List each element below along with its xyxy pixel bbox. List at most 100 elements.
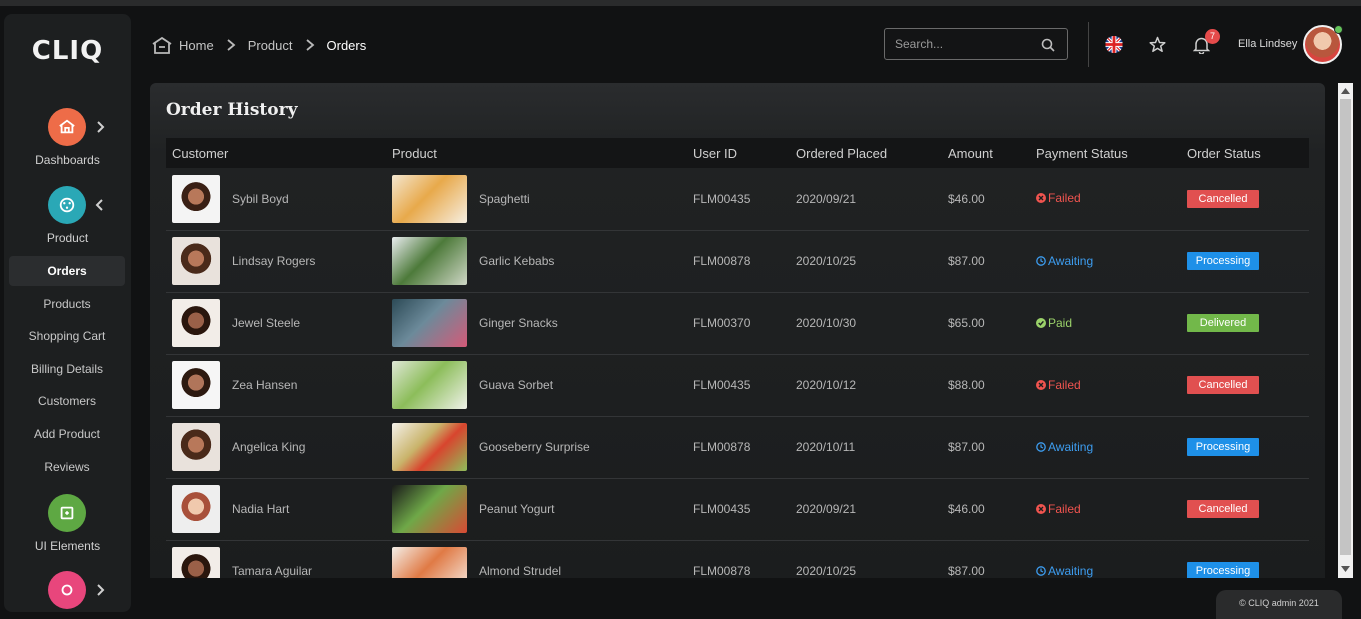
customer-cell: Tamara Aguilar: [166, 540, 386, 578]
nav-label-ui-elements[interactable]: UI Elements: [4, 539, 131, 553]
payment-status: Failed: [1036, 378, 1081, 392]
product-cell: Peanut Yogurt: [386, 478, 687, 540]
user-id-cell: FLM00435: [693, 191, 751, 206]
submenu-item-add-product[interactable]: Add Product: [9, 419, 125, 449]
home-icon[interactable]: [152, 36, 172, 54]
column-header-product[interactable]: Product: [386, 138, 687, 168]
ui-elements-icon: [60, 506, 74, 520]
scrollbar-thumb[interactable]: [1340, 99, 1351, 555]
nav-product-button[interactable]: [48, 186, 86, 224]
apps-icon: [61, 584, 73, 596]
column-header-user-id[interactable]: User ID: [687, 138, 790, 168]
top-border: [0, 0, 1361, 6]
product-name[interactable]: Almond Strudel: [479, 564, 561, 578]
scroll-up-arrow-icon[interactable]: [1341, 88, 1350, 94]
table-row[interactable]: Jewel Steele Ginger Snacks FLM00370 2020…: [166, 292, 1309, 354]
uk-flag-icon[interactable]: [1105, 36, 1123, 53]
chevron-right-icon: [305, 39, 314, 51]
user-id-cell: FLM00435: [693, 502, 751, 516]
date-cell: 2020/10/25: [796, 564, 857, 578]
customer-cell: Zea Hansen: [166, 354, 386, 416]
payment-status-cell: Failed: [1030, 168, 1181, 230]
table-row[interactable]: Zea Hansen Guava Sorbet FLM00435 2020/10…: [166, 354, 1309, 416]
nav-dashboards-button[interactable]: [48, 108, 86, 146]
product-name[interactable]: Spaghetti: [479, 192, 530, 206]
column-header-payment-status[interactable]: Payment Status: [1030, 138, 1181, 168]
payment-status: Awaiting: [1036, 254, 1093, 268]
nav-label-product[interactable]: Product: [4, 231, 131, 245]
table-row[interactable]: Angelica King Gooseberry Surprise FLM008…: [166, 416, 1309, 478]
submenu-item-billing-details[interactable]: Billing Details: [9, 354, 125, 384]
clock-icon: [1036, 255, 1046, 266]
sidebar: CLIQ Dashboards Product Orders Products …: [4, 14, 131, 612]
user-id-cell: FLM00370: [693, 316, 751, 330]
table-row[interactable]: Tamara Aguilar Almond Strudel FLM00878 2…: [166, 540, 1309, 578]
product-cell: Garlic Kebabs: [386, 230, 687, 292]
breadcrumb-home[interactable]: Home: [179, 38, 214, 53]
submenu-item-products[interactable]: Products: [9, 289, 125, 319]
online-status-dot: [1334, 25, 1343, 34]
submenu-item-orders[interactable]: Orders: [9, 256, 125, 286]
order-status-badge: Cancelled: [1187, 376, 1259, 394]
chevron-right-icon: [227, 39, 236, 51]
logo: CLIQ: [31, 36, 104, 66]
search-icon[interactable]: [1041, 38, 1055, 52]
customer-name[interactable]: Tamara Aguilar: [232, 564, 312, 578]
product-cell: Guava Sorbet: [386, 354, 687, 416]
amount-cell: $46.00: [948, 191, 985, 206]
product-cell: Spaghetti: [386, 168, 687, 230]
payment-status: Paid: [1036, 316, 1072, 330]
date-cell: 2020/10/12: [796, 378, 857, 392]
product-image: [392, 423, 467, 471]
order-status-badge: Processing: [1187, 438, 1259, 456]
payment-status-cell: Failed: [1030, 354, 1181, 416]
column-header-ordered-placed[interactable]: Ordered Placed: [790, 138, 942, 168]
nav-ui-elements-button[interactable]: [48, 494, 86, 532]
customer-name[interactable]: Sybil Boyd: [232, 192, 289, 206]
product-name[interactable]: Guava Sorbet: [479, 378, 553, 392]
chevron-left-icon[interactable]: [94, 199, 106, 211]
product-name[interactable]: Peanut Yogurt: [479, 502, 554, 516]
table-row[interactable]: Lindsay Rogers Garlic Kebabs FLM00878 20…: [166, 230, 1309, 292]
payment-status-label: Awaiting: [1048, 253, 1094, 268]
product-name[interactable]: Garlic Kebabs: [479, 254, 554, 268]
search-input[interactable]: [885, 29, 1035, 59]
product-name[interactable]: Ginger Snacks: [479, 316, 558, 330]
product-cell: Gooseberry Surprise: [386, 416, 687, 478]
chevron-right-icon[interactable]: [94, 584, 106, 596]
amount-cell: $87.00: [948, 254, 985, 268]
star-icon[interactable]: [1149, 36, 1166, 53]
table-header-row: Customer Product User ID Ordered Placed …: [166, 138, 1309, 168]
breadcrumb-product[interactable]: Product: [248, 38, 293, 53]
submenu-item-shopping-cart[interactable]: Shopping Cart: [9, 321, 125, 351]
payment-status-cell: Failed: [1030, 478, 1181, 540]
nav-label-dashboards[interactable]: Dashboards: [4, 153, 131, 167]
table-row[interactable]: Nadia Hart Peanut Yogurt FLM00435 2020/0…: [166, 478, 1309, 540]
customer-name[interactable]: Nadia Hart: [232, 502, 289, 516]
chevron-right-icon[interactable]: [94, 121, 106, 133]
scroll-down-arrow-icon[interactable]: [1341, 566, 1350, 572]
user-name[interactable]: Ella Lindsey: [1238, 38, 1297, 50]
order-status-cell: Cancelled: [1181, 354, 1309, 416]
breadcrumb: Home Product Orders: [152, 34, 366, 56]
customer-name[interactable]: Zea Hansen: [232, 378, 297, 392]
column-header-amount[interactable]: Amount: [942, 138, 1030, 168]
date-cell: 2020/09/21: [796, 191, 857, 206]
customer-name[interactable]: Angelica King: [232, 440, 305, 454]
order-status-cell: Processing: [1181, 416, 1309, 478]
vertical-scrollbar[interactable]: [1338, 83, 1353, 578]
submenu-item-customers[interactable]: Customers: [9, 386, 125, 416]
column-header-customer[interactable]: Customer: [166, 138, 386, 168]
customer-name[interactable]: Jewel Steele: [232, 316, 300, 330]
table-row[interactable]: Sybil Boyd Spaghetti FLM00435 2020/09/21…: [166, 168, 1309, 230]
amount-cell: $65.00: [948, 316, 985, 330]
payment-status-label: Failed: [1048, 377, 1081, 392]
amount-cell: $87.00: [948, 564, 985, 578]
customer-name[interactable]: Lindsay Rogers: [232, 254, 315, 268]
nav-apps-button[interactable]: [48, 571, 86, 609]
order-status-badge: Cancelled: [1187, 189, 1259, 208]
order-status-badge: Processing: [1187, 252, 1259, 270]
product-name[interactable]: Gooseberry Surprise: [479, 440, 590, 454]
submenu-item-reviews[interactable]: Reviews: [9, 452, 125, 482]
column-header-order-status[interactable]: Order Status: [1181, 138, 1309, 168]
